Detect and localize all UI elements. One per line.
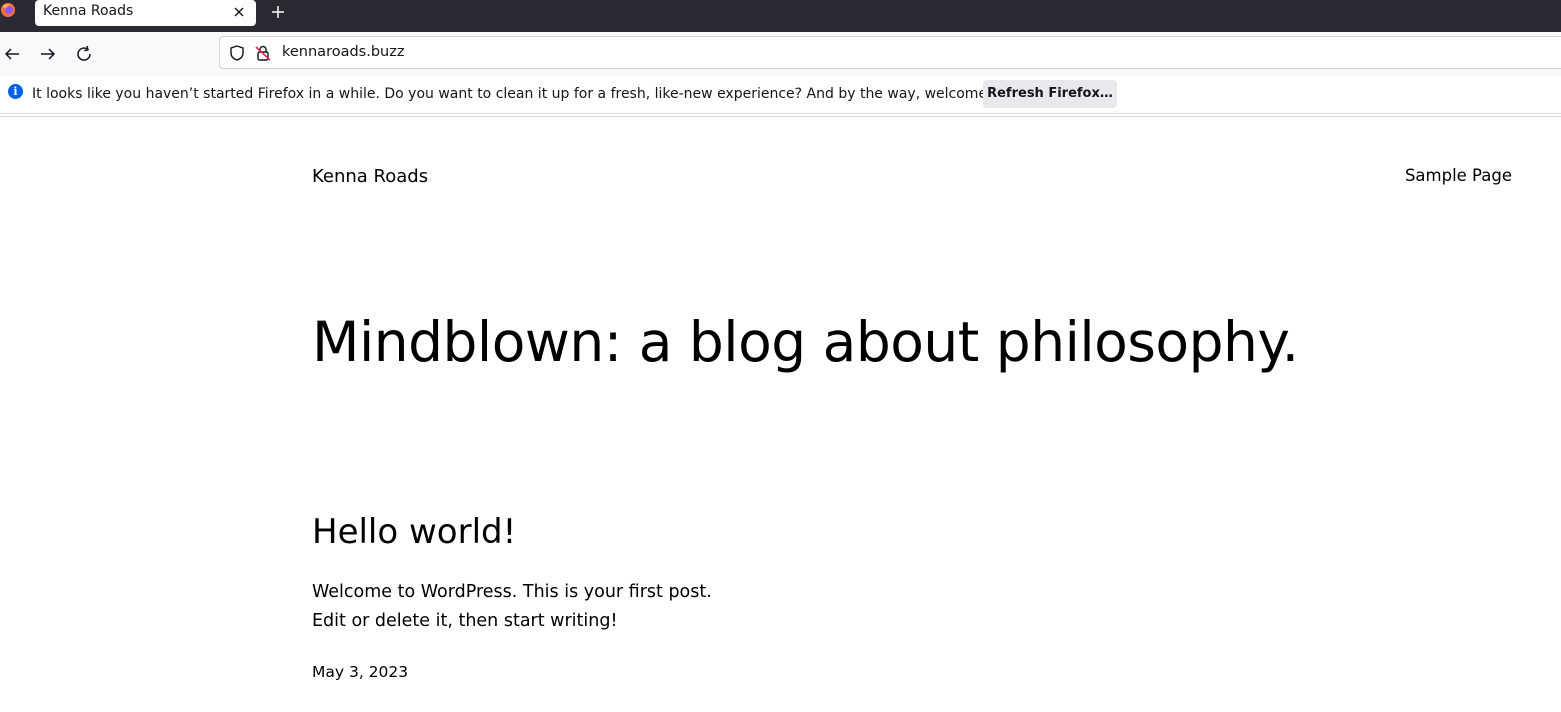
site-title[interactable]: Kenna Roads (312, 166, 428, 187)
shield-icon[interactable] (228, 44, 246, 62)
page-tagline: Mindblown: a blog about philosophy. (312, 310, 1299, 374)
refresh-firefox-button[interactable]: Refresh Firefox… (983, 80, 1117, 108)
forward-arrow-icon[interactable] (36, 42, 60, 66)
url-bar[interactable]: kennaroads.buzz (219, 36, 1561, 69)
divider (0, 116, 1561, 117)
post-title[interactable]: Hello world! (312, 512, 516, 552)
back-arrow-icon[interactable] (0, 42, 24, 66)
post-date[interactable]: May 3, 2023 (312, 663, 408, 681)
tab-title: Kenna Roads (43, 3, 134, 19)
tab-strip: Kenna Roads (0, 0, 1561, 32)
close-icon[interactable] (230, 3, 248, 21)
reload-icon[interactable] (72, 42, 96, 66)
tab-active[interactable]: Kenna Roads (35, 0, 256, 26)
firefox-logo-icon[interactable] (0, 2, 16, 18)
nav-link-sample-page[interactable]: Sample Page (1405, 166, 1512, 185)
post-excerpt-line: Edit or delete it, then start writing! (312, 611, 618, 631)
plus-icon[interactable] (268, 2, 288, 22)
info-icon: i (8, 84, 23, 99)
post-excerpt-line: Welcome to WordPress. This is your first… (312, 582, 712, 602)
url-text[interactable]: kennaroads.buzz (282, 44, 404, 60)
insecure-lock-icon[interactable] (254, 44, 272, 62)
notification-bar: i It looks like you haven’t started Fire… (0, 76, 1561, 114)
notification-message: It looks like you haven’t started Firefo… (32, 86, 1031, 102)
